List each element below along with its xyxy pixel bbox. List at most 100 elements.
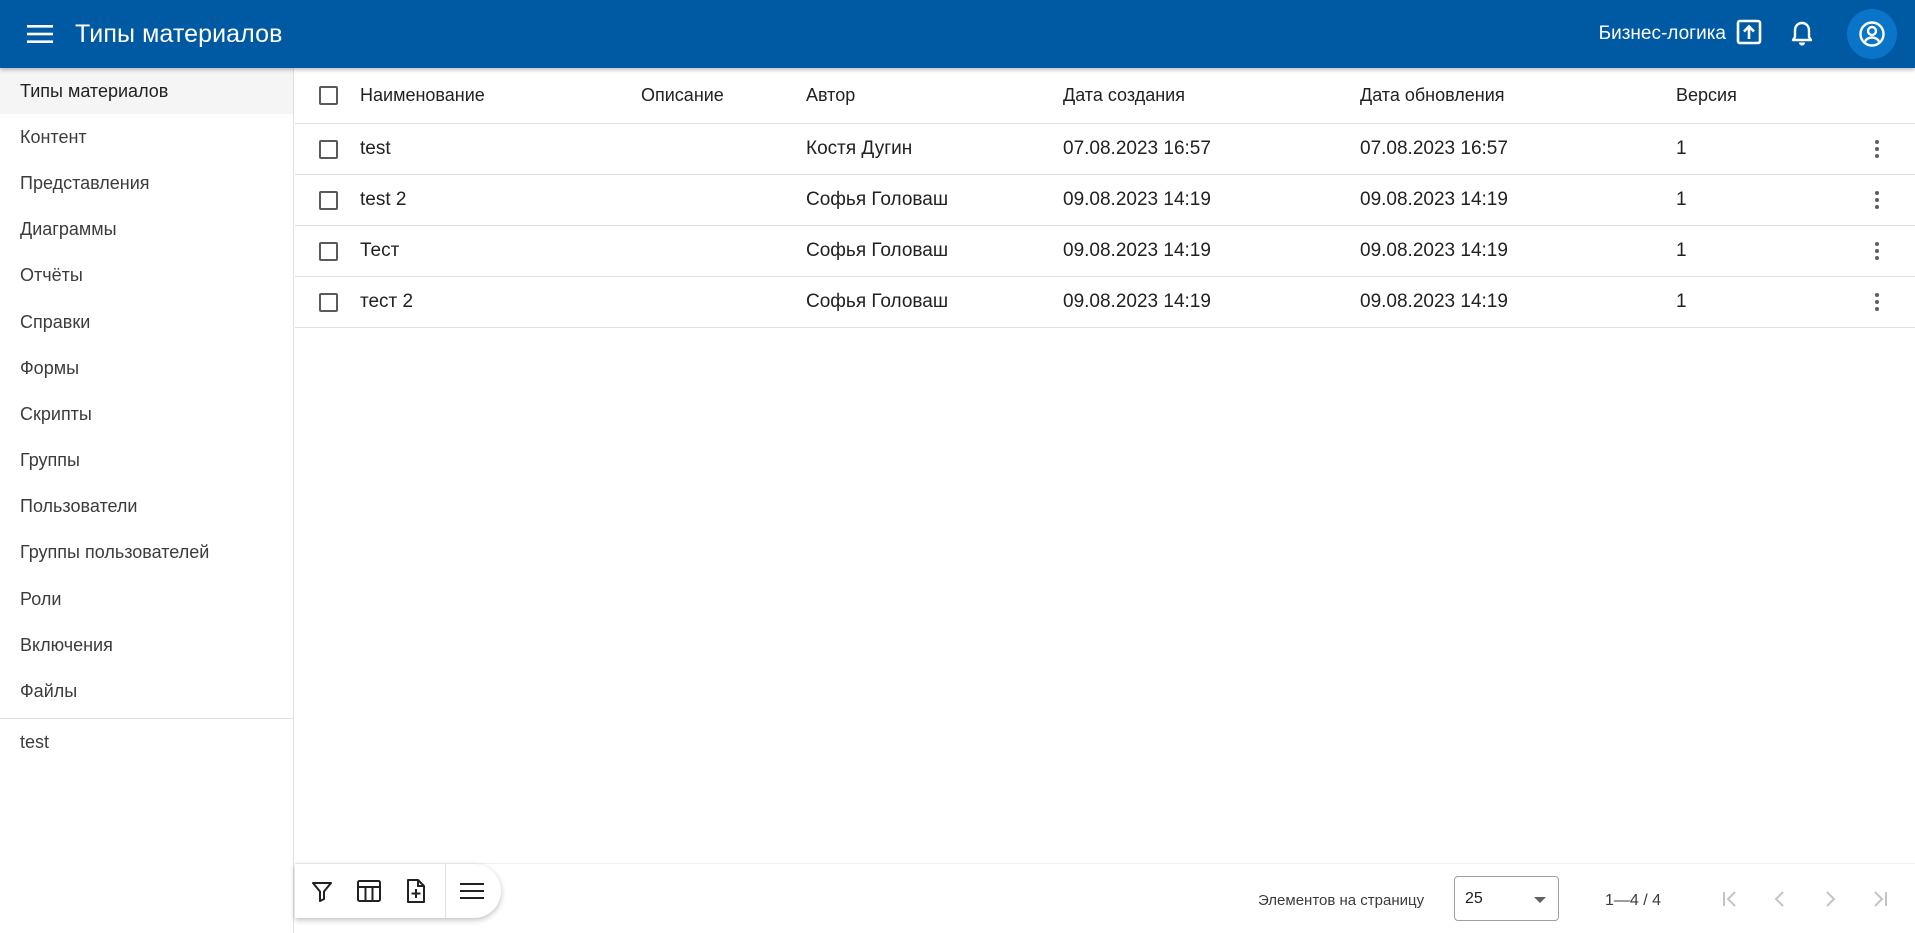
cell-name: test bbox=[360, 138, 391, 159]
bell-icon[interactable] bbox=[1782, 14, 1822, 54]
sidebar-item[interactable]: Отчёты bbox=[0, 253, 293, 299]
sidebar-item[interactable]: Типы материалов bbox=[0, 68, 293, 115]
sidebar-item[interactable]: Диаграммы bbox=[0, 207, 293, 253]
row-checkbox[interactable] bbox=[318, 292, 338, 312]
more-vert-icon[interactable] bbox=[1865, 175, 1889, 225]
table-row[interactable]: test Костя Дугин 07.08.2023 16:57 07.08.202… bbox=[295, 124, 1915, 175]
cell-name: test 2 bbox=[360, 189, 407, 210]
sidebar-item[interactable]: Представления bbox=[0, 160, 293, 206]
sidebar-item-label: Формы bbox=[20, 357, 80, 378]
sidebar-item[interactable]: Пользователи bbox=[0, 484, 293, 530]
sidebar-item[interactable]: Формы bbox=[0, 345, 293, 391]
dropdown-arrow-icon bbox=[1534, 897, 1546, 903]
column-header-updated[interactable]: Дата обновления bbox=[1360, 68, 1505, 123]
list-menu-icon[interactable] bbox=[454, 871, 491, 911]
sidebar-nav: Типы материалов Контент Представления Диагр… bbox=[0, 68, 293, 715]
cell-name: Тест bbox=[360, 240, 400, 261]
cell-updated: 09.08.2023 14:19 bbox=[1360, 291, 1508, 312]
table-columns-icon[interactable] bbox=[350, 871, 387, 911]
next-page-icon[interactable] bbox=[1815, 884, 1845, 914]
cell-version: 1 bbox=[1676, 138, 1687, 159]
sidebar-extra-nav: test bbox=[0, 721, 293, 765]
previous-page-icon[interactable] bbox=[1765, 884, 1795, 914]
table-body: test Костя Дугин 07.08.2023 16:57 07.08.202… bbox=[295, 124, 1915, 328]
sidebar-item-label: Пользователи bbox=[20, 496, 138, 517]
sidebar-item-label: Представления bbox=[20, 172, 150, 193]
table-header: Наименование Описание Автор Дата создани… bbox=[295, 68, 1915, 124]
sidebar-item-label: Контент bbox=[20, 126, 87, 147]
sidebar-item[interactable]: Группы пользователей bbox=[0, 530, 293, 576]
pagination-range: 1—4 / 4 bbox=[1605, 892, 1662, 909]
sidebar-item-label: Файлы bbox=[20, 681, 78, 702]
cell-name: тест 2 bbox=[360, 291, 414, 312]
sidebar-item-label: Типы материалов bbox=[20, 80, 169, 101]
table-row[interactable]: тест 2 Софья Головаш 09.08.2023 14:19 09.08… bbox=[295, 277, 1915, 328]
row-checkbox[interactable] bbox=[318, 139, 338, 159]
table-row[interactable]: test 2 Софья Головаш 09.08.2023 14:19 09.08… bbox=[295, 175, 1915, 226]
filter-icon[interactable] bbox=[303, 871, 340, 911]
more-vert-icon[interactable] bbox=[1865, 277, 1889, 327]
account-circle-icon[interactable] bbox=[1847, 9, 1897, 59]
main-content: Наименование Описание Автор Дата создани… bbox=[295, 68, 1915, 933]
cell-updated: 09.08.2023 14:19 bbox=[1360, 240, 1508, 261]
sidebar-item-label: Роли bbox=[20, 588, 62, 609]
more-vert-icon[interactable] bbox=[1865, 124, 1889, 174]
column-header-version[interactable]: Версия bbox=[1676, 68, 1737, 123]
sidebar-item[interactable]: Скрипты bbox=[0, 391, 293, 437]
row-checkbox[interactable] bbox=[318, 241, 338, 261]
column-header-created[interactable]: Дата создания bbox=[1063, 68, 1185, 123]
items-per-page-label: Элементов на страницу bbox=[1258, 892, 1425, 909]
business-logic-button[interactable]: Бизнес-логика bbox=[1599, 19, 1762, 50]
sidebar-item[interactable]: Роли bbox=[0, 576, 293, 622]
cell-created: 09.08.2023 14:19 bbox=[1063, 240, 1211, 261]
cell-version: 1 bbox=[1676, 189, 1687, 210]
sidebar-item[interactable]: test bbox=[0, 721, 293, 765]
sidebar-item-label: Справки bbox=[20, 311, 91, 332]
sidebar-item[interactable]: Файлы bbox=[0, 668, 293, 714]
add-file-icon[interactable] bbox=[398, 871, 435, 911]
business-logic-label: Бизнес-логика bbox=[1598, 23, 1726, 44]
cell-created: 09.08.2023 14:19 bbox=[1063, 291, 1211, 312]
sidebar-item-label: Скрипты bbox=[20, 403, 92, 424]
sidebar-item[interactable]: Группы bbox=[0, 438, 293, 484]
last-page-icon[interactable] bbox=[1865, 884, 1895, 914]
menu-icon[interactable] bbox=[20, 14, 60, 54]
column-header-author[interactable]: Автор bbox=[806, 68, 855, 123]
sidebar-item-label: Группы bbox=[20, 450, 80, 471]
table-row[interactable]: Тест Софья Головаш 09.08.2023 14:19 09.08.2… bbox=[295, 226, 1915, 277]
row-checkbox-cell bbox=[315, 277, 341, 327]
cell-created: 07.08.2023 16:57 bbox=[1063, 138, 1211, 159]
cell-updated: 09.08.2023 14:19 bbox=[1360, 189, 1508, 210]
first-page-icon[interactable] bbox=[1715, 884, 1745, 914]
materials-table: Наименование Описание Автор Дата создани… bbox=[295, 68, 1915, 328]
column-header-description[interactable]: Описание bbox=[641, 68, 724, 123]
cell-author: Софья Головаш bbox=[806, 189, 949, 210]
toolbar-divider bbox=[444, 864, 446, 918]
select-all-checkbox[interactable] bbox=[318, 86, 338, 105]
column-header-name[interactable]: Наименование bbox=[360, 68, 485, 123]
cell-updated: 07.08.2023 16:57 bbox=[1360, 138, 1508, 159]
sidebar-item-label: Включения bbox=[20, 634, 113, 655]
sidebar-item-label: Отчёты bbox=[20, 265, 83, 286]
cell-version: 1 bbox=[1676, 240, 1687, 261]
page-size-select[interactable]: 25 bbox=[1454, 876, 1559, 921]
page-title: Типы материалов bbox=[75, 19, 283, 48]
sidebar-item-label: Группы пользователей bbox=[20, 542, 210, 563]
sidebar-item[interactable]: Справки bbox=[0, 299, 293, 345]
cell-author: Костя Дугин bbox=[806, 138, 913, 159]
page-size-value: 25 bbox=[1465, 889, 1483, 907]
row-checkbox[interactable] bbox=[318, 190, 338, 210]
action-toolbar bbox=[295, 864, 501, 918]
sidebar-item-label: test bbox=[20, 732, 50, 753]
top-app-bar: Типы материалов Бизнес-логика bbox=[0, 0, 1915, 68]
sidebar-item-label: Диаграммы bbox=[20, 219, 117, 240]
upload-box-icon bbox=[1736, 19, 1762, 50]
sidebar-item[interactable]: Контент bbox=[0, 114, 293, 160]
row-checkbox-cell bbox=[315, 175, 341, 225]
row-checkbox-cell bbox=[315, 124, 341, 174]
more-vert-icon[interactable] bbox=[1865, 226, 1889, 276]
cell-author: Софья Головаш bbox=[806, 240, 949, 261]
cell-author: Софья Головаш bbox=[806, 291, 949, 312]
sidebar-item[interactable]: Включения bbox=[0, 622, 293, 668]
sidebar: Типы материалов Контент Представления Диагр… bbox=[0, 68, 294, 933]
